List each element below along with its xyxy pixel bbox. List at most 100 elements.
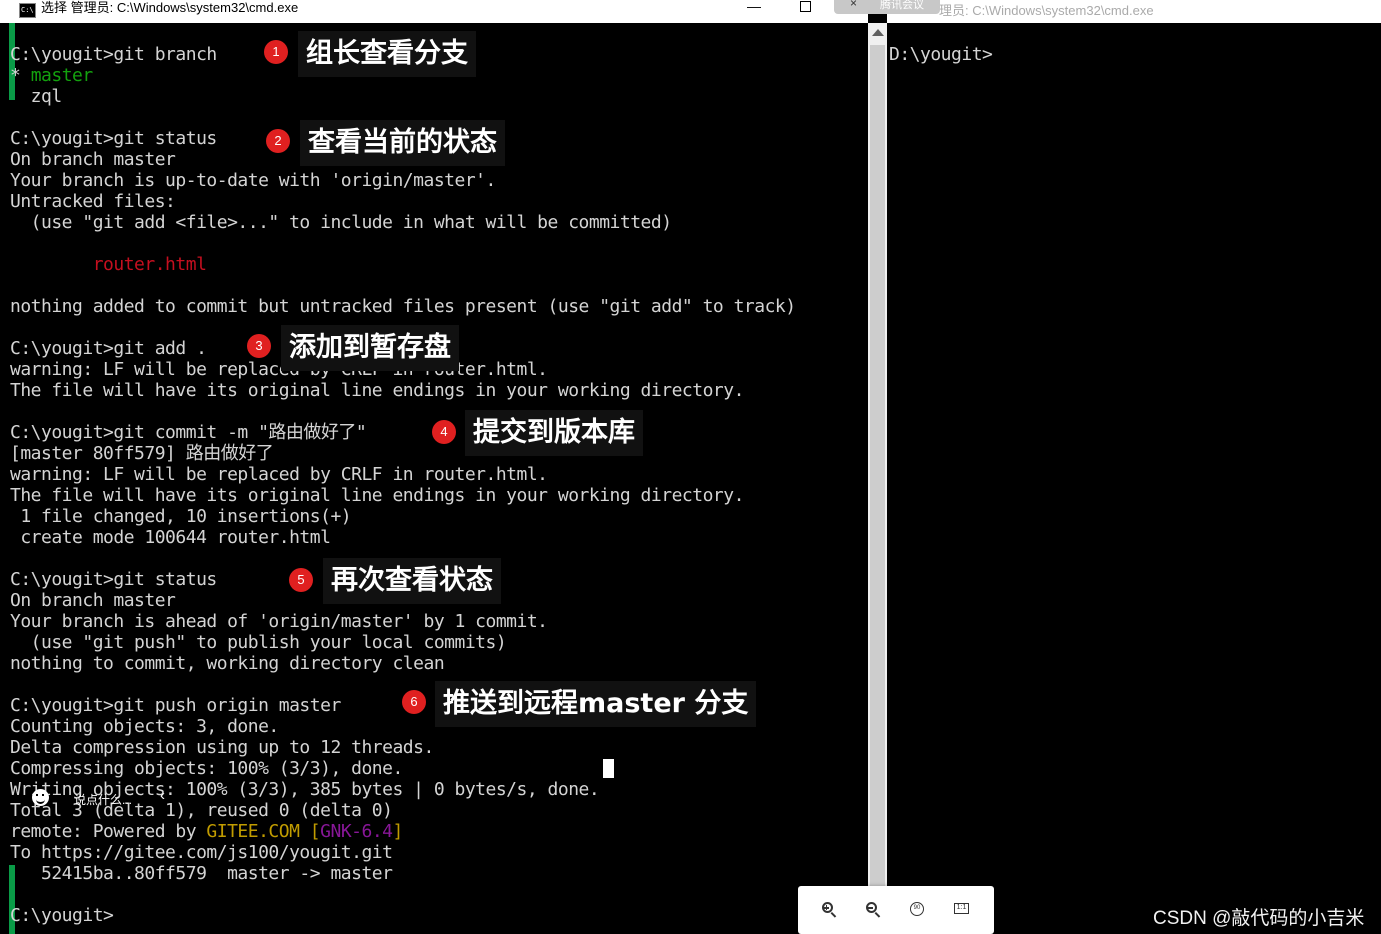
rotate-icon: 90 xyxy=(910,902,924,916)
terminal-text: The file will have its original line end… xyxy=(10,380,744,401)
emoji-icon[interactable] xyxy=(32,789,49,806)
scroll-up-arrow-icon[interactable] xyxy=(872,29,884,36)
step-label-4: 提交到版本库 xyxy=(465,410,643,456)
terminal-line: (use "git add <file>..." to include in w… xyxy=(10,212,796,233)
terminal-text: GITEE.COM xyxy=(206,821,300,842)
terminal-line: Delta compression using up to 12 threads… xyxy=(10,737,796,758)
terminal-text: On branch master xyxy=(10,149,176,170)
terminal-line: warning: LF will be replaced by CRLF in … xyxy=(10,464,796,485)
step-badge-1: 1 xyxy=(264,40,288,64)
terminal-text: To https://gitee.com/js100/yougit.git xyxy=(10,842,393,863)
terminal-text: On branch master xyxy=(10,590,176,611)
terminal-line: remote: Powered by GITEE.COM [GNK-6.4] xyxy=(10,821,796,842)
meeting-tab[interactable]: × 腾讯会议 xyxy=(834,0,940,14)
step-label-6: 推送到远程master 分支 xyxy=(435,681,757,727)
terminal-text: Delta compression using up to 12 threads… xyxy=(10,737,434,758)
zoom-out-button[interactable] xyxy=(863,899,885,921)
step-badge-5: 5 xyxy=(289,568,313,592)
terminal-text: C:\yougit>git commit -m "路由做好了" xyxy=(10,422,367,443)
text-cursor xyxy=(603,759,614,778)
right-window-titlebar: 理员: C:\Windows\system32\cmd.exe xyxy=(887,0,1381,23)
step-badge-3: 3 xyxy=(247,334,271,358)
left-window-titlebar: 选择 管理员: C:\Windows\system32\cmd.exe — xyxy=(0,0,868,23)
scrollbar-thumb[interactable] xyxy=(870,45,885,909)
terminal-text: C:\yougit>git status xyxy=(10,569,217,590)
terminal-text: (use "git push" to publish your local co… xyxy=(10,632,507,653)
minimize-button[interactable]: — xyxy=(747,0,761,14)
terminal-text: [ xyxy=(309,821,321,842)
step-label-3: 添加到暂存盘 xyxy=(281,325,459,371)
terminal-text: GNK-6.4 xyxy=(320,821,393,842)
terminal-text: 52415ba..80ff579 master -> master xyxy=(10,863,393,884)
terminal-line: 1 file changed, 10 insertions(+) xyxy=(10,506,796,527)
terminal-text: Compressing objects: 100% (3/3), done. xyxy=(10,758,403,779)
maximize-button[interactable] xyxy=(800,1,811,12)
terminal-line: nothing added to commit but untracked fi… xyxy=(10,296,796,317)
zoom-in-button[interactable] xyxy=(819,899,841,921)
watermark: CSDN @敲代码的小吉米 xyxy=(1153,908,1365,929)
terminal-text: Total 3 (delta 1), reused 0 (delta 0) xyxy=(10,800,393,821)
terminal-text: The file will have its original line end… xyxy=(10,485,744,506)
terminal-text: 1 file changed, 10 insertions(+) xyxy=(10,506,352,527)
terminal-line: The file will have its original line end… xyxy=(10,485,796,506)
terminal-line: (use "git push" to publish your local co… xyxy=(10,632,796,653)
step-badge-6: 6 xyxy=(402,690,426,714)
terminal-line: nothing to commit, working directory cle… xyxy=(10,653,796,674)
step-label-2: 查看当前的状态 xyxy=(300,120,505,166)
terminal-line: [master 80ff579] 路由做好了 xyxy=(10,443,796,464)
step-badge-2: 2 xyxy=(266,129,290,153)
terminal-text: warning: LF will be replaced by CRLF in … xyxy=(10,464,548,485)
step-label-1: 组长查看分支 xyxy=(298,31,476,77)
terminal-text: remote: Powered by xyxy=(10,821,207,842)
terminal-text: master xyxy=(30,65,94,86)
terminal-text: router.html xyxy=(92,254,207,275)
terminal-line: router.html xyxy=(10,254,796,275)
terminal-text: (use "git add <file>..." to include in w… xyxy=(10,212,672,233)
terminal-text: create mode 100644 router.html xyxy=(10,527,331,548)
terminal-line: Untracked files: xyxy=(10,191,796,212)
close-icon[interactable]: × xyxy=(850,0,857,10)
chevron-left-icon[interactable]: ‹ xyxy=(160,787,165,804)
terminal-text: Untracked files: xyxy=(10,191,176,212)
terminal-text: ] xyxy=(392,821,404,842)
terminal-line: create mode 100644 router.html xyxy=(10,527,796,548)
terminal-line: Your branch is up-to-date with 'origin/m… xyxy=(10,170,796,191)
actual-size-button[interactable]: 1:1 xyxy=(952,899,974,921)
terminal-line: C:\yougit>git commit -m "路由做好了" xyxy=(10,422,796,443)
terminal-text: * xyxy=(10,65,31,86)
terminal-line: C:\yougit> xyxy=(10,905,796,926)
terminal-line: Compressing objects: 100% (3/3), done. xyxy=(10,758,796,779)
cmd-app-icon xyxy=(19,3,36,18)
comment-input[interactable]: 说点什么... xyxy=(74,791,132,808)
terminal-text: C:\yougit>git status xyxy=(10,128,217,149)
right-window-title: 理员: C:\Windows\system32\cmd.exe xyxy=(939,3,1154,18)
terminal-line: 52415ba..80ff579 master -> master xyxy=(10,863,796,884)
right-terminal-prompt: D:\yougit> xyxy=(889,44,993,65)
terminal-text: Your branch is up-to-date with 'origin/m… xyxy=(10,170,496,191)
actual-size-icon: 1:1 xyxy=(954,903,969,914)
step-badge-4: 4 xyxy=(432,420,456,444)
terminal-text: nothing added to commit but untracked fi… xyxy=(10,296,796,317)
terminal-line: Your branch is ahead of 'origin/master' … xyxy=(10,611,796,632)
terminal-text: Your branch is ahead of 'origin/master' … xyxy=(10,611,548,632)
rotate-button[interactable]: 90 xyxy=(907,899,929,921)
terminal-text: nothing to commit, working directory cle… xyxy=(10,653,445,674)
image-viewer-toolbar: 90 1:1 xyxy=(798,886,994,934)
terminal-line: zql xyxy=(10,86,796,107)
terminal-text: C:\yougit> xyxy=(10,905,114,926)
meeting-tab-label: 腾讯会议 xyxy=(880,0,924,11)
terminal-text: Counting objects: 3, done. xyxy=(10,716,279,737)
right-terminal[interactable]: D:\yougit> xyxy=(887,23,1381,934)
terminal-text: C:\yougit>git add . xyxy=(10,338,207,359)
terminal-text: C:\yougit>git push origin master xyxy=(10,695,341,716)
step-label-5: 再次查看状态 xyxy=(323,558,501,604)
left-window-title: 选择 管理员: C:\Windows\system32\cmd.exe xyxy=(41,0,299,15)
terminal-text: C:\yougit>git branch xyxy=(10,44,217,65)
left-scrollbar[interactable] xyxy=(868,23,887,934)
terminal-text: [master 80ff579] 路由做好了 xyxy=(10,443,274,464)
